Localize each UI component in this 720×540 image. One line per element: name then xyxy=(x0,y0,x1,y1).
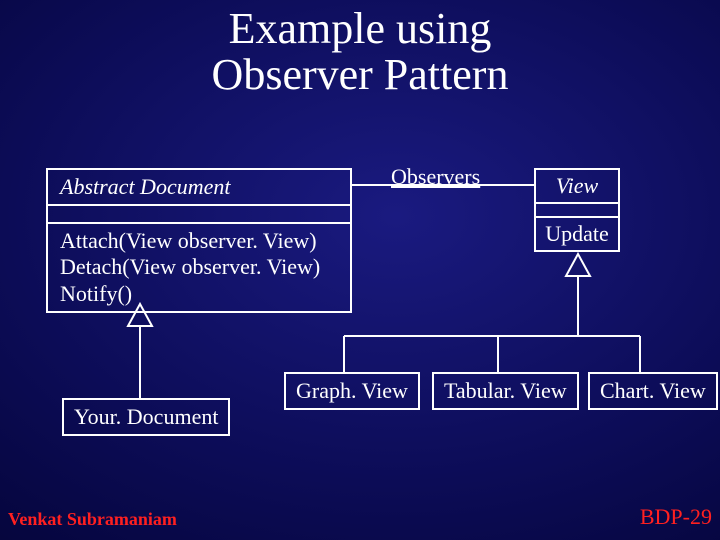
view-op-update: Update xyxy=(536,218,618,250)
uml-view: View Update xyxy=(534,168,620,252)
op-detach: Detach(View observer. View) xyxy=(60,254,342,280)
association-observers-label: Observers xyxy=(391,164,480,190)
footer-page: BDP-29 xyxy=(640,504,712,530)
op-attach: Attach(View observer. View) xyxy=(60,228,342,254)
uml-tabular-view: Tabular. View xyxy=(432,372,579,410)
abstract-document-name: Abstract Document xyxy=(48,170,350,204)
view-name: View xyxy=(536,170,618,202)
title-line-2: Observer Pattern xyxy=(212,50,509,99)
uml-abstract-document: Abstract Document Attach(View observer. … xyxy=(46,168,352,313)
uml-your-document: Your. Document xyxy=(62,398,230,436)
footer-author: Venkat Subramaniam xyxy=(8,509,177,530)
slide-title: Example using Observer Pattern xyxy=(0,6,720,98)
uml-graph-view: Graph. View xyxy=(284,372,420,410)
title-line-1: Example using xyxy=(229,4,492,53)
abstract-document-ops: Attach(View observer. View) Detach(View … xyxy=(48,224,350,311)
uml-chart-view: Chart. View xyxy=(588,372,718,410)
op-notify: Notify() xyxy=(60,281,342,307)
